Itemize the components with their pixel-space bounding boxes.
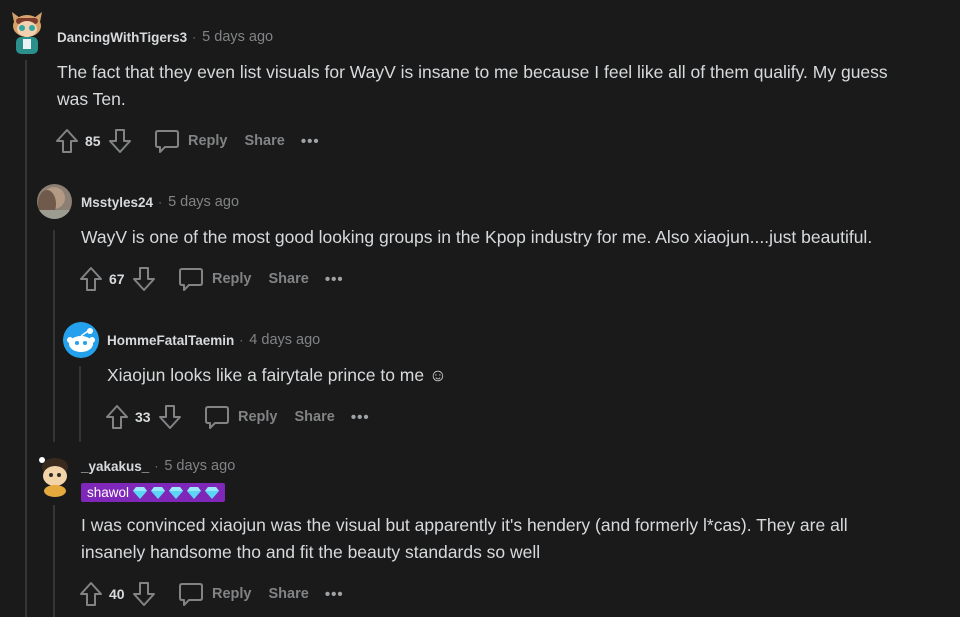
user-flair: shawol — [81, 483, 226, 502]
downvote-button[interactable] — [158, 404, 182, 430]
upvote-arrow-icon — [80, 582, 102, 606]
reply-label: Reply — [212, 586, 252, 602]
timestamp-link[interactable]: 4 days ago — [249, 332, 320, 348]
upvote-arrow-icon — [80, 267, 102, 291]
reply-label: Reply — [212, 271, 252, 287]
thread-line[interactable] — [25, 60, 27, 617]
vote-count: 33 — [135, 409, 151, 425]
username-link[interactable]: _yakakus_ — [81, 459, 149, 474]
username-link[interactable]: DancingWithTigers3 — [57, 30, 187, 45]
comment-bubble-icon — [155, 130, 179, 153]
comment-body: I was convinced xiaojun was the visual b… — [81, 512, 848, 566]
timestamp-link[interactable]: 5 days ago — [202, 29, 273, 45]
comment-text-line: The fact that they even list visuals for… — [57, 62, 888, 82]
default-snoo-avatar-icon — [63, 322, 99, 358]
avatar[interactable] — [63, 322, 99, 358]
upvote-button[interactable] — [79, 581, 103, 607]
comment-body: Xiaojun looks like a fairytale prince to… — [107, 362, 447, 389]
snoo-with-hat-avatar-icon — [39, 457, 68, 497]
comment-meta: Msstyles24 · 5 days ago — [81, 194, 239, 210]
vote-count: 67 — [109, 271, 125, 287]
upvote-button[interactable] — [79, 266, 103, 292]
photo-avatar-icon — [37, 184, 72, 219]
avatar[interactable] — [36, 455, 74, 497]
reply-label: Reply — [188, 133, 228, 149]
diamond-icon — [133, 486, 148, 499]
more-options-button[interactable]: ••• — [325, 271, 344, 288]
more-options-button[interactable]: ••• — [325, 586, 344, 603]
comment-text-line: WayV is one of the most good looking gro… — [81, 227, 873, 247]
downvote-arrow-icon — [109, 129, 131, 153]
comment-actions: 33 Reply Share ••• — [105, 402, 370, 432]
vote-count: 40 — [109, 586, 125, 602]
diamond-icon — [205, 486, 220, 499]
comment-actions: 40 Reply Share ••• — [79, 579, 344, 609]
comment-text-line: Xiaojun looks like a fairytale prince to… — [107, 365, 447, 385]
upvote-button[interactable] — [105, 404, 129, 430]
reply-button[interactable]: Reply — [154, 128, 228, 154]
comment-actions: 67 Reply Share ••• — [79, 264, 344, 294]
diamond-icon — [187, 486, 202, 499]
thread-line[interactable] — [79, 366, 81, 442]
downvote-button[interactable] — [132, 581, 156, 607]
username-link[interactable]: HommeFatalTaemin — [107, 333, 234, 348]
diamond-icon — [169, 486, 184, 499]
share-button[interactable]: Share — [269, 586, 309, 602]
comment-bubble-icon — [179, 583, 203, 606]
downvote-arrow-icon — [159, 405, 181, 429]
share-button[interactable]: Share — [269, 271, 309, 287]
comment-text-line: insanely handsome tho and fit the beauty… — [81, 542, 541, 562]
reply-button[interactable]: Reply — [204, 404, 278, 430]
downvote-arrow-icon — [133, 267, 155, 291]
more-options-button[interactable]: ••• — [301, 133, 320, 150]
thread-line[interactable] — [53, 230, 55, 442]
comment-bubble-icon — [205, 406, 229, 429]
diamond-icon — [151, 486, 166, 499]
reply-button[interactable]: Reply — [178, 266, 252, 292]
meta-separator: · — [154, 459, 159, 473]
comment-meta: HommeFatalTaemin · 4 days ago — [107, 332, 320, 348]
meta-separator: · — [239, 333, 244, 347]
reply-button[interactable]: Reply — [178, 581, 252, 607]
comment-actions: 85 Reply Share ••• — [55, 126, 320, 156]
more-options-button[interactable]: ••• — [351, 409, 370, 426]
comment-meta: DancingWithTigers3 · 5 days ago — [57, 29, 273, 45]
comment-bubble-icon — [179, 268, 203, 291]
downvote-arrow-icon — [133, 582, 155, 606]
comment-body: The fact that they even list visuals for… — [57, 59, 888, 113]
comment-meta: _yakakus_ · 5 days ago — [81, 458, 235, 474]
upvote-arrow-icon — [56, 129, 78, 153]
thread-line[interactable] — [53, 505, 55, 617]
timestamp-link[interactable]: 5 days ago — [168, 194, 239, 210]
upvote-arrow-icon — [106, 405, 128, 429]
downvote-button[interactable] — [132, 266, 156, 292]
upvote-button[interactable] — [55, 128, 79, 154]
meta-separator: · — [192, 30, 197, 44]
share-button[interactable]: Share — [245, 133, 285, 149]
comment-text-line: I was convinced xiaojun was the visual b… — [81, 515, 848, 535]
comment-body: WayV is one of the most good looking gro… — [81, 224, 872, 251]
comment-text-line: was Ten. — [57, 89, 126, 109]
timestamp-link[interactable]: 5 days ago — [164, 458, 235, 474]
avatar[interactable] — [37, 184, 72, 219]
reply-label: Reply — [238, 409, 278, 425]
share-button[interactable]: Share — [295, 409, 335, 425]
downvote-button[interactable] — [108, 128, 132, 154]
vote-count: 85 — [85, 133, 101, 149]
meta-separator: · — [158, 195, 163, 209]
tiger-character-avatar-icon — [12, 12, 42, 54]
username-link[interactable]: Msstyles24 — [81, 195, 153, 210]
flair-text: shawol — [87, 485, 130, 500]
avatar[interactable] — [8, 12, 46, 56]
